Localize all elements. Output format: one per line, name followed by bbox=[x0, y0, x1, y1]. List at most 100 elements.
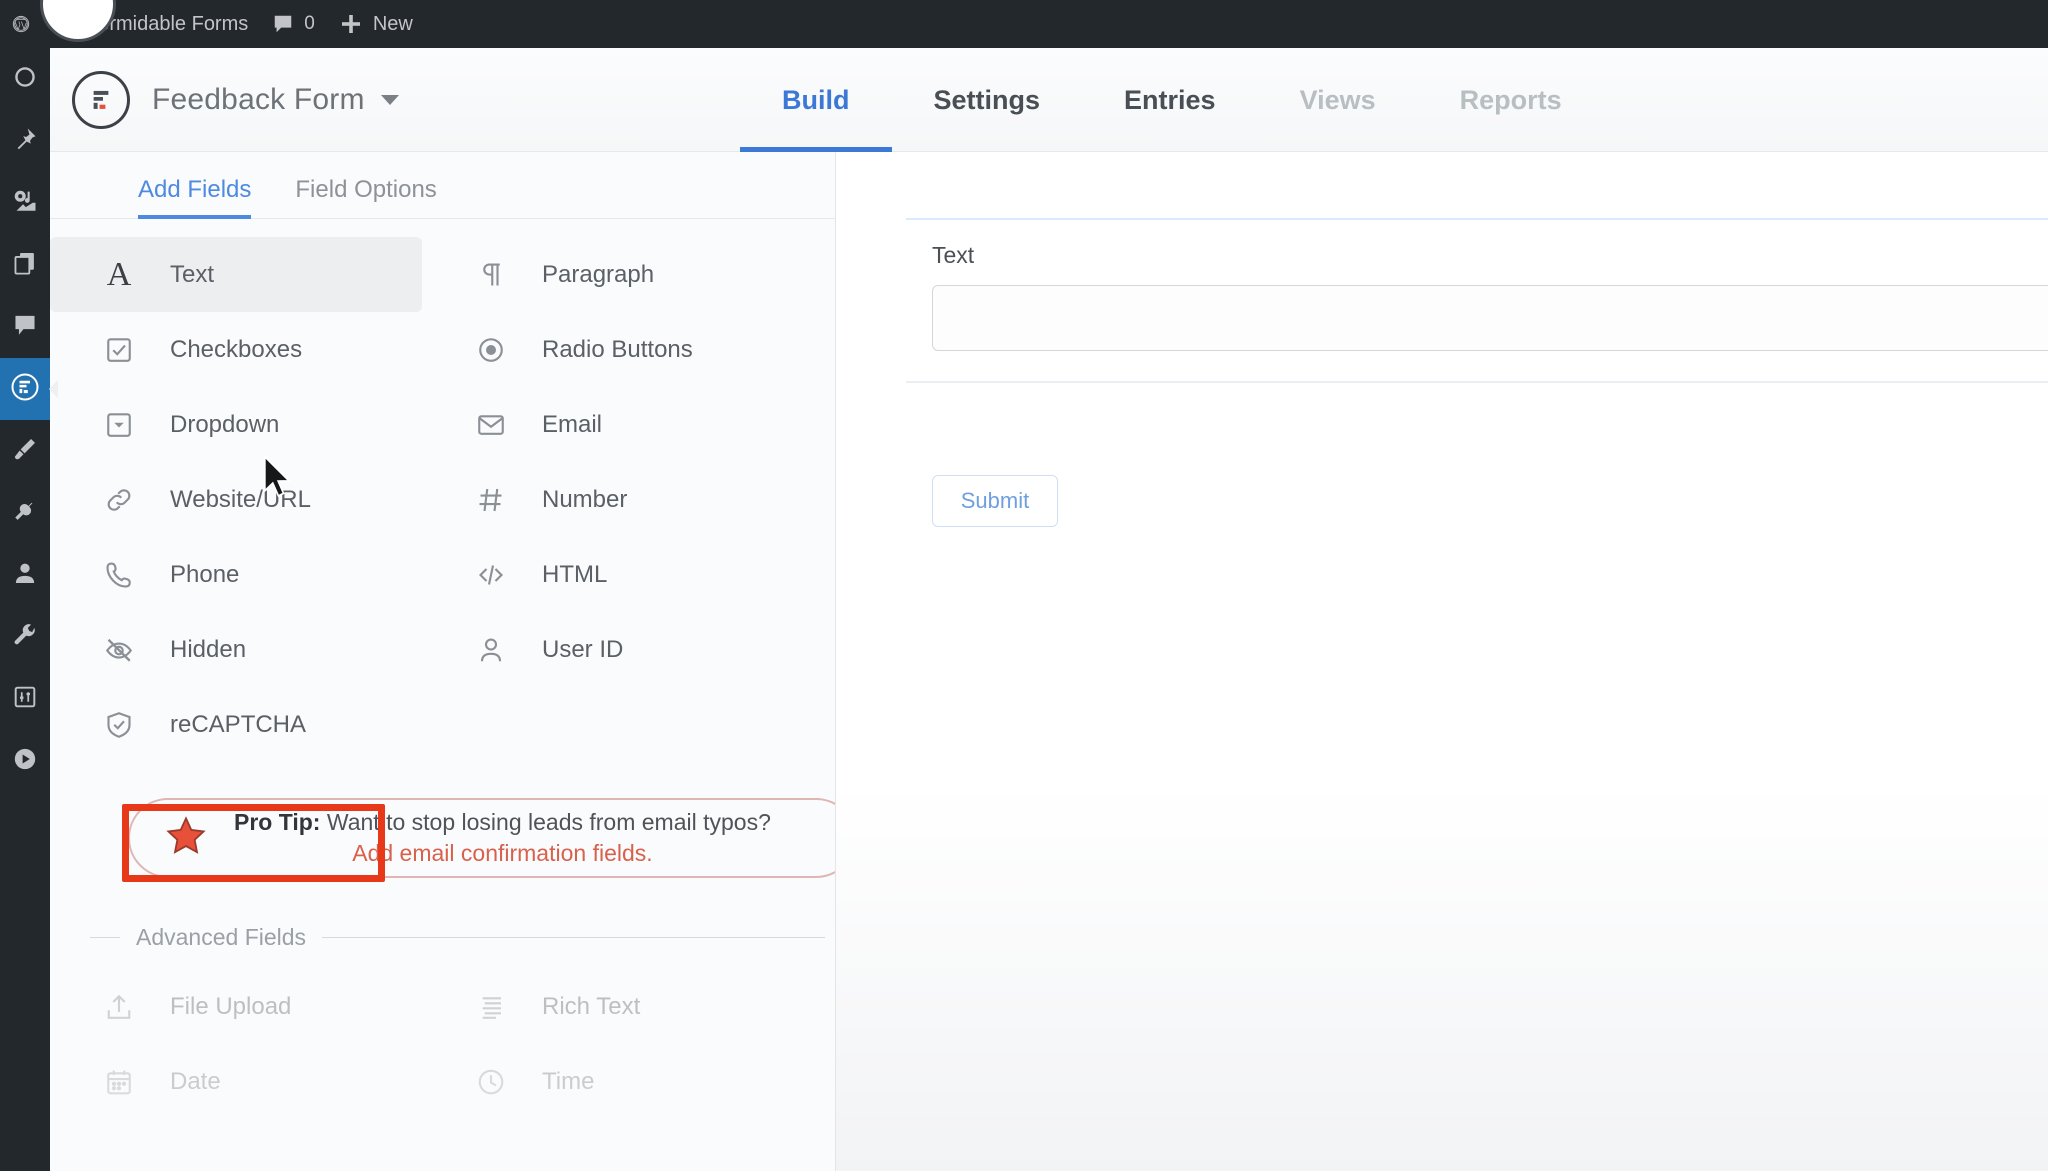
advanced-fields-label: Advanced Fields bbox=[136, 924, 306, 951]
field-type-label: Paragraph bbox=[542, 261, 654, 289]
wrench-icon bbox=[12, 622, 38, 653]
field-type-text[interactable]: A Text bbox=[50, 237, 422, 312]
serif-a-icon: A bbox=[102, 258, 136, 292]
paintbrush-icon bbox=[12, 436, 38, 467]
field-type-user-id[interactable]: User ID bbox=[422, 612, 794, 687]
sidebar-item-plugins[interactable] bbox=[0, 482, 50, 544]
builder-body: Add Fields Field Options A Text bbox=[50, 152, 2048, 1171]
tab-field-options-label: Field Options bbox=[295, 176, 436, 203]
phone-icon bbox=[102, 558, 136, 592]
field-type-rich-text[interactable]: Rich Text bbox=[422, 969, 794, 1044]
field-type-website-url[interactable]: Website/URL bbox=[50, 462, 422, 537]
field-type-label: Date bbox=[170, 1068, 221, 1096]
tab-field-options[interactable]: Field Options bbox=[295, 176, 436, 218]
eye-slash-icon bbox=[102, 633, 136, 667]
field-type-hidden[interactable]: Hidden bbox=[50, 612, 422, 687]
field-type-label: Hidden bbox=[170, 636, 246, 664]
form-title-menu[interactable]: Feedback Form bbox=[152, 83, 399, 117]
tab-build[interactable]: Build bbox=[740, 48, 892, 152]
form-preview: Text Submit bbox=[906, 218, 2048, 527]
field-type-label: Time bbox=[542, 1068, 594, 1096]
upload-icon bbox=[102, 990, 136, 1024]
tab-reports-label: Reports bbox=[1460, 85, 1562, 116]
pilcrow-icon bbox=[474, 258, 508, 292]
tab-entries-label: Entries bbox=[1124, 85, 1216, 116]
play-circle-icon bbox=[12, 746, 38, 777]
pro-tip-lead: Pro Tip: bbox=[234, 809, 320, 835]
preview-text-input[interactable] bbox=[932, 285, 2048, 351]
link-icon bbox=[102, 483, 136, 517]
new-content-menu[interactable]: New bbox=[327, 0, 425, 48]
sidebar-item-pages[interactable] bbox=[0, 234, 50, 296]
field-type-paragraph[interactable]: Paragraph bbox=[422, 237, 794, 312]
advanced-fields-header: Advanced Fields bbox=[90, 924, 825, 951]
form-title-label: Feedback Form bbox=[152, 83, 365, 117]
field-type-label: reCAPTCHA bbox=[170, 711, 306, 739]
comments-menu[interactable]: 0 bbox=[260, 0, 327, 48]
sidebar-item-appearance[interactable] bbox=[0, 420, 50, 482]
media-icon bbox=[12, 188, 38, 219]
rich-text-icon bbox=[474, 990, 508, 1024]
sidebar-item-media-player[interactable] bbox=[0, 730, 50, 792]
sidebar-item-formidable[interactable] bbox=[0, 358, 50, 420]
sidebar-item-posts[interactable] bbox=[0, 110, 50, 172]
builder-tabs: Build Settings Entries Views Reports bbox=[740, 48, 1604, 152]
clock-icon bbox=[474, 1065, 508, 1099]
calendar-icon bbox=[102, 1065, 136, 1099]
screen: Formidable Forms 0 New bbox=[0, 0, 2048, 1171]
comment-bubble-icon bbox=[272, 13, 294, 35]
field-type-number[interactable]: Number bbox=[422, 462, 794, 537]
sidebar-item-media[interactable] bbox=[0, 172, 50, 234]
field-type-label: Rich Text bbox=[542, 993, 640, 1021]
sliders-icon bbox=[12, 684, 38, 715]
field-type-label: Radio Buttons bbox=[542, 336, 693, 364]
tab-views[interactable]: Views bbox=[1258, 48, 1418, 152]
submit-row: Submit bbox=[932, 475, 2048, 527]
field-type-dropdown[interactable]: Dropdown bbox=[50, 387, 422, 462]
pro-tip-question: Want to stop losing leads from email typ… bbox=[320, 809, 770, 835]
form-builder: Feedback Form Build Settings Entries Vie… bbox=[50, 48, 2048, 1171]
tab-entries[interactable]: Entries bbox=[1082, 48, 1258, 152]
chevron-down-icon[interactable] bbox=[381, 95, 399, 105]
formidable-logo-icon bbox=[72, 71, 130, 129]
sidebar-item-dashboard[interactable] bbox=[0, 48, 50, 110]
star-icon bbox=[164, 814, 208, 863]
new-label: New bbox=[373, 13, 413, 36]
tab-reports[interactable]: Reports bbox=[1418, 48, 1604, 152]
code-icon bbox=[474, 558, 508, 592]
dashboard-gauge-icon bbox=[12, 64, 38, 95]
preview-field-text[interactable]: Text bbox=[906, 218, 2048, 383]
pro-tip-link[interactable]: Add email confirmation fields. bbox=[234, 838, 771, 869]
field-type-label: Text bbox=[170, 261, 214, 289]
tab-views-label: Views bbox=[1300, 85, 1376, 116]
hash-icon bbox=[474, 483, 508, 517]
field-type-time[interactable]: Time bbox=[422, 1044, 794, 1119]
field-type-date[interactable]: Date bbox=[50, 1044, 422, 1119]
tab-settings-label: Settings bbox=[934, 85, 1041, 116]
field-type-recaptcha[interactable]: reCAPTCHA bbox=[50, 687, 422, 762]
pro-tip-banner[interactable]: Pro Tip: Want to stop losing leads from … bbox=[128, 798, 836, 878]
preview-field-label: Text bbox=[932, 242, 2048, 269]
field-type-label: Email bbox=[542, 411, 602, 439]
tab-add-fields[interactable]: Add Fields bbox=[138, 176, 251, 218]
envelope-icon bbox=[474, 408, 508, 442]
field-type-phone[interactable]: Phone bbox=[50, 537, 422, 612]
field-type-email[interactable]: Email bbox=[422, 387, 794, 462]
sidebar-item-settings[interactable] bbox=[0, 668, 50, 730]
field-type-html[interactable]: HTML bbox=[422, 537, 794, 612]
wordpress-logo-icon[interactable] bbox=[0, 0, 42, 48]
pages-icon bbox=[12, 250, 38, 281]
sidebar-item-tools[interactable] bbox=[0, 606, 50, 668]
field-type-label: Number bbox=[542, 486, 627, 514]
submit-button-label: Submit bbox=[961, 488, 1029, 514]
pro-tip-text: Pro Tip: Want to stop losing leads from … bbox=[234, 807, 771, 869]
field-type-checkboxes[interactable]: Checkboxes bbox=[50, 312, 422, 387]
sidebar-item-comments[interactable] bbox=[0, 296, 50, 358]
field-type-radio-buttons[interactable]: Radio Buttons bbox=[422, 312, 794, 387]
submit-button[interactable]: Submit bbox=[932, 475, 1058, 527]
builder-header: Feedback Form Build Settings Entries Vie… bbox=[50, 48, 2048, 152]
field-type-file-upload[interactable]: File Upload bbox=[50, 969, 422, 1044]
user-outline-icon bbox=[474, 633, 508, 667]
sidebar-item-users[interactable] bbox=[0, 544, 50, 606]
tab-settings[interactable]: Settings bbox=[892, 48, 1083, 152]
